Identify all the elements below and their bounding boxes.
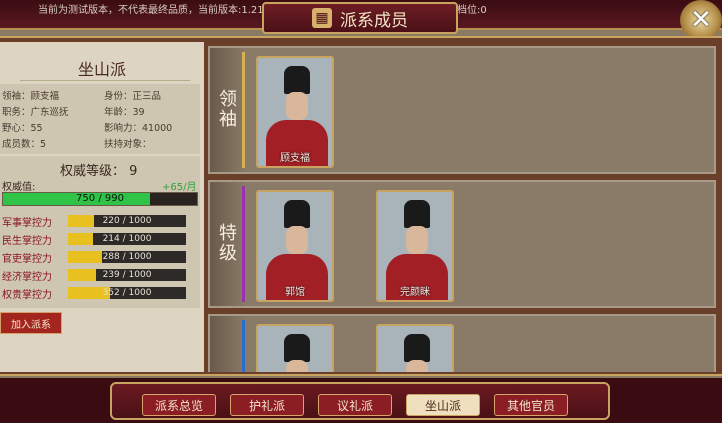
- tab-discuss-rite[interactable]: 议礼派: [318, 394, 392, 416]
- authority-rate: +65/月: [162, 182, 197, 193]
- section-accent: [242, 186, 245, 302]
- close-icon: ✕: [690, 5, 712, 35]
- member-card[interactable]: [376, 324, 454, 372]
- tab-other-officials[interactable]: 其他官员: [494, 394, 568, 416]
- tab-zuoshan[interactable]: 坐山派: [406, 394, 480, 416]
- portrait-face: [406, 226, 428, 254]
- control-label: 军事掌控力: [2, 218, 52, 229]
- section-leader: 领 袖 顾支福: [208, 46, 716, 174]
- control-row-officials: 官吏掌控力 288 / 1000: [2, 250, 198, 265]
- section-third: [208, 314, 716, 372]
- info-ambition: 野心：55: [2, 123, 43, 134]
- info-leader: 领袖：顾支福: [2, 91, 60, 102]
- info-influence: 影响力：41000: [104, 123, 173, 134]
- members-panel[interactable]: 领 袖 顾支福 特 级 郭馆 完颜眯: [208, 42, 718, 372]
- section-label-leader: 领 袖: [210, 48, 246, 172]
- authority-bar: 750 / 990: [2, 192, 198, 206]
- portrait-hat: [284, 334, 310, 362]
- member-name: 郭馆: [285, 287, 305, 298]
- section-accent: [242, 320, 245, 372]
- control-bar: 239 / 1000: [68, 269, 186, 281]
- portrait-hat: [404, 200, 430, 228]
- member-name: 完颜眯: [400, 287, 430, 298]
- authority-box: 权威等级： 9 权威值: +65/月 750 / 990 军事掌控力 220 /…: [0, 156, 200, 308]
- info-support: 扶持对象：: [104, 139, 152, 150]
- portrait-face: [286, 360, 308, 372]
- control-label: 民生掌控力: [2, 236, 52, 247]
- title-plaque: ▦ 派系成员: [262, 2, 458, 34]
- page-title: 派系成员: [340, 10, 408, 31]
- control-bar: 220 / 1000: [68, 215, 186, 227]
- faction-name: 坐山派: [77, 60, 126, 79]
- control-label: 经济掌控力: [2, 272, 52, 283]
- control-row-nobility: 权贵掌控力 352 / 1000: [2, 286, 198, 301]
- tab-protect-rite[interactable]: 护礼派: [230, 394, 304, 416]
- portrait-hat: [404, 334, 430, 362]
- authority-label: 权威值:: [2, 182, 36, 193]
- control-row-economy: 经济掌控力 239 / 1000: [2, 268, 198, 283]
- section-label-special: 特 级: [210, 182, 246, 306]
- member-card[interactable]: [256, 324, 334, 372]
- control-value: 214 / 1000: [102, 234, 152, 244]
- tab-overview[interactable]: 派系总览: [142, 394, 216, 416]
- bottom-tab-bar: 派系总览 护礼派 议礼派 坐山派 其他官员: [0, 378, 722, 423]
- portrait-hat: [284, 200, 310, 228]
- portrait-face: [286, 92, 308, 120]
- member-card[interactable]: 完颜眯: [376, 190, 454, 302]
- member-card[interactable]: 郭馆: [256, 190, 334, 302]
- info-members: 成员数：5: [2, 139, 47, 150]
- info-post: 职务：广东巡抚: [2, 107, 69, 118]
- member-name: 顾支福: [280, 153, 310, 164]
- control-row-livelihood: 民生掌控力 214 / 1000: [2, 232, 198, 247]
- authority-level: 9: [129, 164, 138, 179]
- control-bar: 288 / 1000: [68, 251, 186, 263]
- portrait-hat: [284, 66, 310, 94]
- control-bar: 352 / 1000: [68, 287, 186, 299]
- control-value: 288 / 1000: [102, 252, 152, 262]
- divider: [20, 80, 190, 81]
- authority-value: 750 / 990: [76, 193, 124, 204]
- control-label: 权贵掌控力: [2, 290, 52, 301]
- info-age: 年龄：39: [104, 107, 145, 118]
- join-faction-button[interactable]: 加入派系: [0, 312, 62, 334]
- portrait-face: [286, 226, 308, 254]
- control-label: 官吏掌控力: [2, 254, 52, 265]
- member-card[interactable]: 顾支福: [256, 56, 334, 168]
- section-special: 特 级 郭馆 完颜眯: [208, 180, 716, 308]
- control-value: 220 / 1000: [102, 216, 152, 226]
- section-label-third: [210, 316, 246, 372]
- control-bar: 214 / 1000: [68, 233, 186, 245]
- tab-plate: 派系总览 护礼派 议礼派 坐山派 其他官员: [110, 382, 610, 420]
- control-value: 239 / 1000: [102, 270, 152, 280]
- portrait-face: [406, 360, 428, 372]
- authority-title: 权威等级： 9: [60, 164, 138, 179]
- faction-info-panel: 坐山派 领袖：顾支福 身份：正三品 职务：广东巡抚 年龄：39 野心：55 影响…: [0, 42, 204, 372]
- close-button[interactable]: ✕: [680, 0, 722, 40]
- control-value: 352 / 1000: [102, 288, 152, 298]
- info-rank: 身份：正三品: [104, 91, 162, 102]
- grid-icon: ▦: [312, 8, 332, 28]
- section-accent: [242, 52, 245, 168]
- control-row-military: 军事掌控力 220 / 1000: [2, 214, 198, 229]
- faction-info-box: 领袖：顾支福 身份：正三品 职务：广东巡抚 年龄：39 野心：55 影响力：41…: [0, 84, 200, 154]
